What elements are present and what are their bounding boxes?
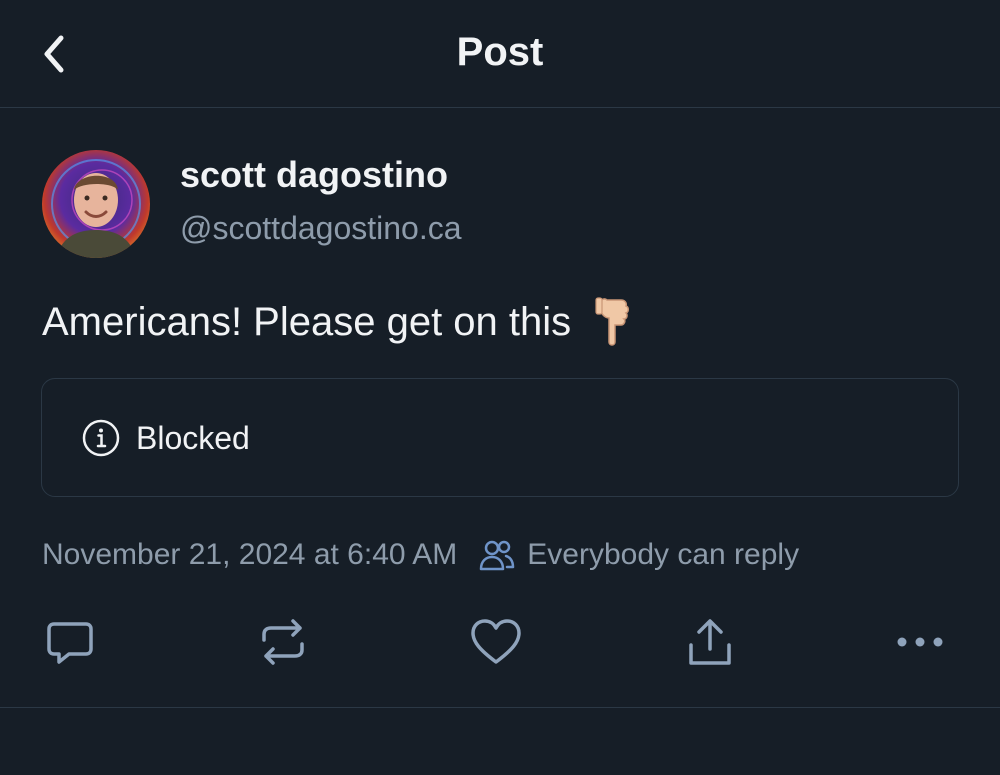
reply-icon [47,622,93,664]
page-title: Post [456,30,544,74]
action-bar [0,612,1000,672]
like-icon [471,619,521,664]
reply-setting[interactable]: Everybody can reply [479,538,799,572]
reply-button[interactable] [40,612,100,672]
post-text: Americans! Please get on this [42,299,572,344]
people-icon [480,540,515,571]
info-circle-icon [82,419,120,457]
blocked-label: Blocked [136,420,250,456]
avatar[interactable] [42,150,150,258]
reply-setting-label: Everybody can reply [527,538,800,571]
author-handle[interactable]: @scottdagostino.ca [180,210,462,247]
like-button[interactable] [466,612,526,672]
repost-icon [262,619,304,665]
more-icon [897,637,943,647]
post-meta: November 21, 2024 at 6:40 AM Everybody c… [42,538,799,572]
blocked-embed: Blocked [41,378,959,497]
share-icon [689,619,731,665]
repost-button[interactable] [253,612,313,672]
author-display-name[interactable]: scott dagostino [180,154,448,196]
divider [0,707,1000,708]
post-timestamp: November 21, 2024 at 6:40 AM [42,538,458,571]
more-options-button[interactable] [890,612,950,672]
pointing-down-hand-emoji [591,296,631,348]
header-bar: Post [0,0,1000,108]
share-button[interactable] [680,612,740,672]
post-body: Americans! Please get on this [42,296,631,348]
